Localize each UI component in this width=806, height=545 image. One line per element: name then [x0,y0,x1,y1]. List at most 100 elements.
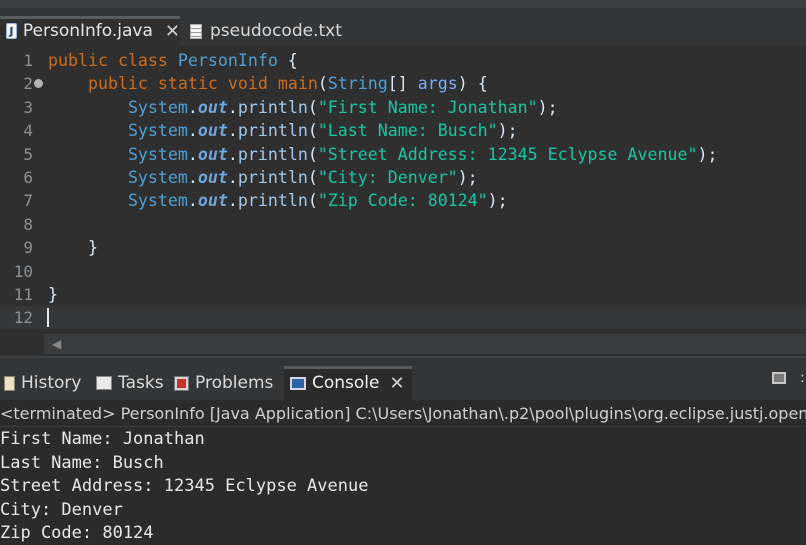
type-name: String [327,74,388,94]
keyword: public [48,51,108,70]
text-file-icon [190,23,202,39]
code-line: 10 [0,260,806,283]
console-panel[interactable]: <terminated> PersonInfo [Java Applicatio… [0,400,806,543]
tab-problems[interactable]: Problems [174,366,273,400]
tab-console[interactable]: Console ✕ [284,366,412,400]
line-number: 10 [13,261,33,281]
tab-label: History [21,373,82,393]
minimize-button[interactable] [772,372,786,384]
line-number: 8 [23,214,33,234]
keyword: public [87,74,148,94]
code-line: 3 System.out.println("First Name: Jonath… [0,96,806,119]
line-number: 7 [23,191,33,211]
code-line: 9 } [0,236,806,259]
code-line: 11 } [0,283,806,306]
code-line: 1 public class PersonInfo { [0,49,806,72]
line-number: 4 [23,121,33,141]
code-line: 6 System.out.println("City: Denver"); [0,166,806,189]
method-call: println [237,144,308,164]
code-punct: ); [487,191,508,211]
code-text: System.out.println("First Name: Jonathan… [48,96,558,119]
close-icon[interactable]: ✕ [165,21,180,42]
code-text: System.out.println("City: Denver"); [48,166,478,189]
code-punct: . [187,97,198,117]
field-ref: out [197,168,228,187]
tab-personinfo-java[interactable]: J PersonInfo.java ✕ [0,16,180,46]
line-number: 6 [23,168,33,187]
code-line: 7 System.out.println("Zip Code: 80124"); [0,189,806,212]
editor-top-strip [0,0,806,8]
fold-marker-icon[interactable] [34,79,43,89]
method-name: main [277,74,318,94]
method-call: println [237,168,308,187]
code-punct: ( [307,121,318,141]
editor-tab-bar: J PersonInfo.java ✕ pseudocode.txt [0,8,806,46]
keyword: class [117,51,168,70]
view-tab-bar: History Tasks Problems Console ✕ : [0,356,806,400]
keyword: static [157,74,218,94]
class-name: PersonInfo [177,51,278,70]
code-punct: . [227,97,238,117]
code-text: } [48,238,98,258]
code-text: System.out.println("Street Address: 1234… [48,143,718,166]
close-icon[interactable]: ✕ [390,373,405,394]
tasks-icon [96,376,112,390]
line-number: 5 [23,144,33,164]
class-ref: System [127,168,188,187]
code-line-current[interactable]: 12 [0,306,806,330]
editor-area[interactable]: J PersonInfo.java ✕ pseudocode.txt 1 pub… [0,0,806,356]
field-ref: out [197,97,228,117]
method-call: println [237,97,308,117]
code-text: System.out.println("Zip Code: 80124"); [48,189,508,212]
code-text: } [48,285,58,304]
code-text: System.out.println("Last Name: Busch"); [48,119,518,142]
class-ref: System [127,97,188,117]
field-ref: out [197,191,228,211]
tab-label: PersonInfo.java [22,21,153,41]
console-output-line: First Name: Jonathan [0,429,205,449]
code-punct: ) { [457,74,488,94]
string-literal: "Zip Code: 80124" [317,191,488,211]
view-menu-icon[interactable]: : [800,370,806,388]
code-line: 2 public static void main(String[] args)… [0,72,806,95]
code-line: 4 System.out.println("Last Name: Busch")… [0,119,806,142]
code-punct: . [227,191,238,211]
problems-icon [174,375,189,391]
history-icon [4,375,15,391]
method-call: println [237,191,308,211]
method-call: println [237,121,308,141]
class-ref: System [127,144,188,164]
tab-tasks[interactable]: Tasks [96,366,164,400]
line-number: 1 [23,51,33,70]
code-text: public static void main(String[] args) { [48,72,488,95]
string-literal: "City: Denver" [317,168,458,187]
line-number: 12 [13,308,33,328]
keyword: void [227,74,268,94]
code-punct: ( [317,74,328,94]
class-ref: System [127,191,188,211]
code-punct: . [227,144,238,164]
code-punct: ); [457,168,478,187]
console-output-line: Zip Code: 80124 [0,523,154,543]
line-number: 11 [13,285,33,304]
code-punct: . [227,121,238,141]
tab-label: Console [312,373,380,393]
code-punct: ( [307,168,318,187]
console-output-line: Street Address: 12345 Eclypse Avenue [0,476,369,496]
code-line: 5 System.out.println("Street Address: 12… [0,143,806,166]
code-punct: . [227,168,238,187]
code-punct: ( [307,191,318,211]
code-punct: ); [497,121,518,141]
console-status: <terminated> PersonInfo [Java Applicatio… [0,402,806,427]
scroll-left-icon[interactable]: ◀ [52,337,61,351]
code-punct: ); [697,144,718,164]
param-name: args [417,74,458,94]
string-literal: "Street Address: 12345 Eclypse Avenue" [317,144,698,164]
tab-pseudocode-txt[interactable]: pseudocode.txt [184,16,344,46]
tab-history[interactable]: History [4,366,81,400]
code-punct: ); [537,97,558,117]
horizontal-scrollbar[interactable]: ◀ [44,334,806,354]
code-punct: . [187,168,198,187]
code-punct: . [187,144,198,164]
